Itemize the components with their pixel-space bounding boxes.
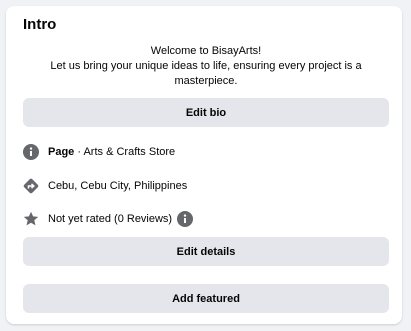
bio-line: masterpiece. [174,75,238,87]
page-label: Page [48,146,75,158]
directions-icon [23,178,39,194]
edit-details-button[interactable]: Edit details [23,237,389,266]
rating-info-icon[interactable] [177,211,194,227]
page-type-label: Page · Arts & Crafts Store [48,146,175,158]
edit-bio-button[interactable]: Edit bio [23,98,389,127]
rating-row: Not yet rated (0 Reviews) [23,209,194,229]
star-icon [23,211,39,227]
address-text[interactable]: Cebu, Cebu City, Philippines [48,180,187,192]
add-featured-button[interactable]: Add featured [23,284,389,313]
intro-card: Intro Welcome to BisayArts! Let us bring… [6,6,402,324]
category-label: · Arts & Crafts Store [74,146,176,158]
bio-text: Welcome to BisayArts! Let us bring your … [23,44,389,89]
page-category-row: Page · Arts & Crafts Store [23,142,175,162]
intro-title: Intro [23,16,57,33]
address-row: Cebu, Cebu City, Philippines [23,176,187,196]
bio-line: Welcome to BisayArts! [150,45,262,57]
info-icon [23,144,39,160]
bio-line: Let us bring your unique ideas to life, … [50,60,362,72]
rating-text: Not yet rated (0 Reviews) [48,213,173,225]
